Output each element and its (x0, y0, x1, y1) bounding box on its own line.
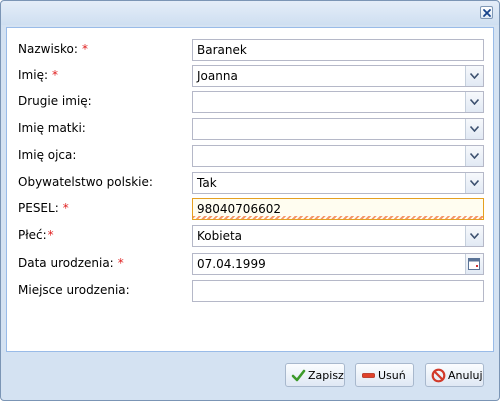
drugie-imie-combo[interactable] (192, 91, 484, 113)
pesel-input[interactable]: 98040706602 (192, 198, 484, 220)
required-marker: * (47, 228, 54, 242)
obywatelstwo-combo[interactable]: Tak (192, 172, 484, 194)
row-plec: Płeć:* Kobieta (7, 225, 493, 247)
imie-ojca-combo[interactable] (192, 145, 484, 167)
no-entry-icon (431, 368, 446, 383)
required-marker: * (81, 42, 88, 56)
calendar-icon[interactable] (465, 254, 483, 274)
dialog-window: Nazwisko: * Baranek Imię: * Joanna Drugie … (0, 0, 500, 401)
row-miejsce-urodzenia: Miejsce urodzenia: (7, 280, 493, 302)
row-drugie-imie: Drugie imię: (7, 91, 493, 113)
label-data-urodzenia: Data urodzenia: * (18, 256, 124, 270)
plec-combo[interactable]: Kobieta (192, 225, 484, 247)
form-panel: Nazwisko: * Baranek Imię: * Joanna Drugie … (6, 27, 494, 352)
data-urodzenia-value: 07.04.1999 (197, 257, 266, 271)
row-data-urodzenia: Data urodzenia: * 07.04.1999 (7, 253, 493, 275)
plec-value: Kobieta (197, 229, 243, 243)
chevron-down-icon[interactable] (465, 119, 483, 139)
nazwisko-input[interactable]: Baranek (192, 39, 484, 61)
chevron-down-icon[interactable] (465, 173, 483, 193)
row-imie-ojca: Imię ojca: (7, 145, 493, 167)
data-urodzenia-date[interactable]: 07.04.1999 (192, 253, 484, 275)
delete-button-label: Usuń (378, 369, 406, 382)
pesel-value: 98040706602 (197, 202, 281, 216)
cancel-button-label: Anuluj (448, 369, 483, 382)
close-button[interactable] (480, 6, 493, 19)
cancel-button[interactable]: Anuluj (425, 363, 484, 387)
chevron-down-icon[interactable] (465, 146, 483, 166)
required-marker: * (117, 256, 124, 270)
chevron-down-icon[interactable] (465, 226, 483, 246)
imie-matki-combo[interactable] (192, 118, 484, 140)
save-button[interactable]: Zapisz (285, 363, 345, 387)
label-plec: Płeć:* (18, 228, 54, 242)
imie-combo[interactable]: Joanna (192, 65, 484, 87)
label-imie-matki: Imię matki: (18, 121, 86, 135)
row-nazwisko: Nazwisko: * Baranek (7, 39, 493, 61)
label-pesel: PESEL: * (18, 201, 69, 215)
obywatelstwo-value: Tak (197, 176, 217, 190)
save-button-label: Zapisz (308, 369, 344, 382)
imie-value: Joanna (197, 69, 238, 83)
row-obywatelstwo: Obywatelstwo polskie: Tak (7, 172, 493, 194)
checkmark-icon (291, 368, 306, 383)
chevron-down-icon[interactable] (465, 92, 483, 112)
dialog-footer: Zapisz Usuń Anuluj (1, 351, 499, 400)
required-marker: * (52, 68, 58, 82)
row-imie: Imię: * Joanna (7, 65, 493, 87)
row-pesel: PESEL: * 98040706602 (7, 198, 493, 220)
miejsce-urodzenia-input[interactable] (192, 280, 484, 302)
label-nazwisko: Nazwisko: * (18, 42, 88, 56)
label-obywatelstwo: Obywatelstwo polskie: (18, 175, 153, 189)
dialog-titlebar[interactable] (1, 1, 499, 25)
label-imie: Imię: * (18, 68, 58, 82)
row-imie-matki: Imię matki: (7, 118, 493, 140)
label-drugie-imie: Drugie imię: (18, 94, 92, 108)
minus-icon (361, 368, 376, 383)
chevron-down-icon[interactable] (465, 66, 483, 86)
label-imie-ojca: Imię ojca: (18, 148, 77, 162)
delete-button[interactable]: Usuń (355, 363, 414, 387)
label-miejsce-urodzenia: Miejsce urodzenia: (18, 283, 130, 297)
nazwisko-value: Baranek (197, 43, 247, 57)
required-marker: * (62, 201, 69, 215)
